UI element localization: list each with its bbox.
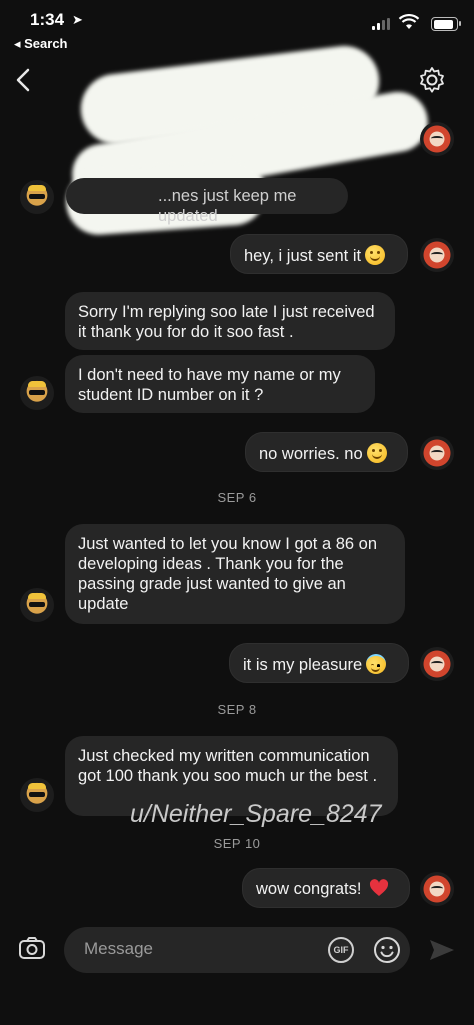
sent-message: no worries. no bbox=[245, 432, 408, 472]
smiling-face-icon bbox=[365, 245, 386, 265]
send-icon[interactable] bbox=[428, 938, 456, 962]
my-avatar bbox=[420, 436, 454, 470]
message-text: no worries. no bbox=[259, 445, 363, 463]
red-heart-icon bbox=[370, 879, 389, 896]
my-avatar bbox=[420, 238, 454, 272]
received-message: Sorry I'm replying soo late I just recei… bbox=[65, 292, 395, 350]
reddit-username-watermark: u/Neither_Spare_8247 bbox=[130, 800, 382, 828]
my-avatar bbox=[420, 647, 454, 681]
received-message: ...nes just keep me updated bbox=[66, 178, 348, 225]
battery-icon bbox=[431, 17, 461, 31]
location-arrow-icon: ➤ bbox=[72, 12, 83, 27]
back-to-search-link[interactable]: ◂ Search bbox=[14, 36, 68, 52]
received-message: I don't need to have my name or my stude… bbox=[65, 355, 375, 413]
cellular-signal-icon bbox=[372, 18, 390, 30]
message-text: Just checked my written communication go… bbox=[78, 747, 378, 785]
my-avatar bbox=[420, 122, 454, 156]
date-separator: SEP 8 bbox=[217, 702, 257, 717]
received-message: Just wanted to let you know I got a 86 o… bbox=[65, 524, 405, 624]
home-indicator-area bbox=[0, 1010, 474, 1025]
sent-message: wow congrats! bbox=[242, 868, 410, 908]
contact-avatar[interactable] bbox=[20, 180, 54, 214]
gif-button[interactable]: GIF bbox=[328, 937, 354, 963]
message-text: it is my pleasure bbox=[243, 656, 363, 674]
smiling-face-icon bbox=[366, 443, 387, 463]
message-composer: GIF bbox=[0, 918, 474, 982]
message-text: wow congrats! bbox=[256, 880, 362, 898]
contact-avatar[interactable] bbox=[20, 376, 54, 410]
camera-icon[interactable] bbox=[18, 936, 46, 960]
status-bar: 1:34 ➤ ◂ Search bbox=[0, 0, 474, 58]
date-separator: SEP 10 bbox=[213, 836, 261, 851]
message-input-container: GIF bbox=[64, 927, 410, 973]
message-text: I don't need to have my name or my stude… bbox=[78, 366, 341, 404]
emoji-picker-icon[interactable] bbox=[373, 936, 401, 964]
date-separator: SEP 6 bbox=[217, 490, 257, 505]
message-input[interactable] bbox=[84, 939, 284, 959]
smiling-face-with-halo-icon bbox=[366, 654, 387, 674]
message-text: hey, i just sent it bbox=[244, 247, 362, 265]
contact-avatar[interactable] bbox=[20, 778, 54, 812]
sent-message: it is my pleasure bbox=[229, 643, 409, 683]
contact-avatar[interactable] bbox=[20, 588, 54, 622]
settings-gear-icon[interactable] bbox=[418, 66, 446, 94]
wifi-icon bbox=[398, 14, 420, 29]
back-chevron-icon[interactable] bbox=[12, 66, 36, 94]
status-time: 1:34 bbox=[30, 10, 65, 29]
message-text: Just wanted to let you know I got a 86 o… bbox=[78, 535, 378, 613]
message-text: Sorry I'm replying soo late I just recei… bbox=[78, 303, 375, 341]
my-avatar bbox=[420, 872, 454, 906]
sent-message: hey, i just sent it bbox=[230, 234, 408, 274]
